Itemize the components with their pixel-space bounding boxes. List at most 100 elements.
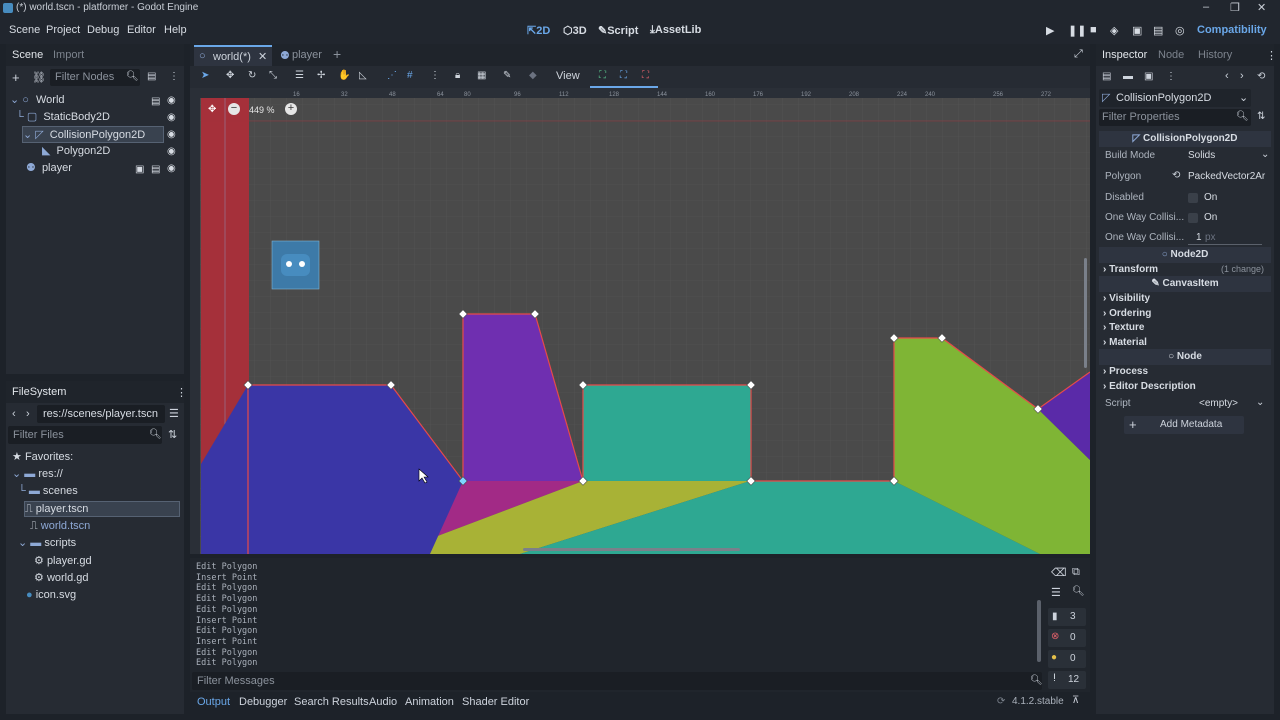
tab-shader-editor[interactable]: Shader Editor <box>462 696 529 708</box>
vertical-scrollbar[interactable] <box>1084 258 1087 368</box>
move-mode-icon[interactable]: ✥ <box>226 70 234 81</box>
renderer-selector[interactable]: Compatibility <box>1197 24 1267 36</box>
tab-filesystem[interactable]: FileSystem <box>12 386 66 398</box>
play-custom-scene-icon[interactable]: ▤ <box>1153 24 1163 37</box>
script-icon[interactable]: ▤ <box>151 164 160 175</box>
view-menu-button[interactable]: View <box>556 70 580 82</box>
list-select-icon[interactable]: ☰ <box>295 70 304 81</box>
script-attach-icon[interactable]: ▤ <box>147 71 156 82</box>
pan-mode-icon[interactable]: ✋ <box>338 70 350 81</box>
select-mode-icon[interactable]: ➤ <box>201 70 209 81</box>
tab-animation[interactable]: Animation <box>405 696 454 708</box>
skeleton-icon[interactable]: ✎ <box>503 70 511 81</box>
favorites-item[interactable]: ★ Favorites: <box>12 449 73 466</box>
tree-node-player[interactable]: ⚉ player <box>26 160 126 177</box>
delete-points-icon[interactable]: ⛶ <box>642 70 649 81</box>
snap-options-icon[interactable]: ⋮ <box>430 70 440 81</box>
group-material[interactable]: › Material <box>1103 337 1147 348</box>
group-ordering[interactable]: › Ordering <box>1103 308 1151 319</box>
group-editor-description[interactable]: › Editor Description <box>1103 381 1196 392</box>
remote-debug-icon[interactable]: ◈ <box>1110 24 1118 37</box>
instance-scene-icon[interactable]: ⛓ <box>32 71 46 84</box>
play-scene-icon[interactable]: ▣ <box>1132 24 1142 37</box>
visibility-eye-icon[interactable]: ◉ <box>167 112 176 123</box>
kebab-menu-icon[interactable]: ⋮ <box>176 386 187 399</box>
filter-properties-input[interactable]: Filter Properties <box>1099 109 1251 126</box>
group-visibility[interactable]: › Visibility <box>1103 293 1150 304</box>
tab-scene[interactable]: Scene <box>12 49 43 61</box>
file-world-gd[interactable]: ⚙ world.gd <box>34 570 89 587</box>
group-transform[interactable]: › Transform <box>1103 264 1158 275</box>
grid-snap-icon[interactable]: # <box>407 70 413 81</box>
object-history-icon[interactable]: ⟲ <box>1257 71 1265 82</box>
scale-mode-icon[interactable]: ⤡ <box>269 70 277 81</box>
object-selector[interactable]: ◸ CollisionPolygon2D ⌄ <box>1099 89 1251 107</box>
clear-output-icon[interactable]: ⌫ <box>1051 566 1067 579</box>
message-count-toggle[interactable]: ⵑ 12 <box>1048 671 1086 689</box>
tab-node[interactable]: Node <box>1158 49 1184 61</box>
res-root-item[interactable]: ⌄ ▬ res:// <box>12 466 63 483</box>
viewport-canvas[interactable]: 16 32 48 64 80 96 112 128 144 160 176 19… <box>190 88 1090 554</box>
smart-snap-icon[interactable]: ⋰ <box>387 70 397 81</box>
workspace-2d-button[interactable]: ⇱2D <box>527 24 550 37</box>
forward-icon[interactable]: › <box>26 408 30 420</box>
warning-count-toggle[interactable]: ● 0 <box>1048 650 1086 668</box>
lock-icon[interactable]: 🔒︎ <box>455 70 460 81</box>
error-count-toggle[interactable]: ⊗ 0 <box>1048 629 1086 647</box>
open-resource-icon[interactable]: ▬ <box>1123 71 1133 82</box>
viewport-2d[interactable]: 16 32 48 64 80 96 112 128 144 160 176 19… <box>190 88 1090 554</box>
edit-points-icon[interactable]: ⛶ <box>620 70 627 81</box>
pause-icon[interactable]: ❚❚ <box>1068 24 1086 37</box>
slider-track[interactable] <box>1188 244 1262 245</box>
distraction-free-icon[interactable]: ⤢ <box>1074 48 1083 61</box>
sort-icon[interactable]: ⇅ <box>168 428 177 441</box>
rotate-mode-icon[interactable]: ↻ <box>248 70 256 81</box>
add-node-icon[interactable]: + <box>12 70 20 85</box>
prop-build-mode[interactable]: Build Mode Solids ⌄ <box>1099 146 1271 166</box>
property-filter-icon[interactable]: ⇅ <box>1257 111 1265 122</box>
kebab-menu-icon[interactable]: ⋮ <box>1266 49 1277 62</box>
close-tab-icon[interactable]: ✕ <box>258 50 267 63</box>
tree-node-polygon2d[interactable]: ◣ Polygon2D <box>42 143 162 160</box>
ik-icon[interactable]: ◆ <box>529 70 537 81</box>
prop-one-way-collision[interactable]: One Way Collisi... On <box>1099 208 1271 228</box>
save-resource-icon[interactable]: ▣ <box>1144 71 1153 82</box>
prop-one-way-collision-margin[interactable]: One Way Collisi... 1 px <box>1099 228 1271 248</box>
visibility-eye-icon[interactable]: ◉ <box>167 95 176 106</box>
history-forward-icon[interactable]: › <box>1240 70 1244 82</box>
center-view-icon[interactable]: ✥ <box>208 104 216 115</box>
tab-debugger[interactable]: Debugger <box>239 696 287 708</box>
menu-editor[interactable]: Editor <box>127 24 156 36</box>
kebab-menu-icon[interactable]: ⋮ <box>1166 71 1176 82</box>
tree-node-collisionpolygon2d[interactable]: ⌄ ◸ CollisionPolygon2D <box>22 126 164 143</box>
prop-polygon[interactable]: Polygon ⟲ PackedVector2Ar <box>1099 167 1271 187</box>
filter-files-input[interactable]: Filter Files <box>8 426 162 444</box>
visibility-eye-icon[interactable]: ◉ <box>167 146 176 157</box>
tab-audio[interactable]: Audio <box>369 696 397 708</box>
tab-inspector[interactable]: Inspector <box>1102 49 1147 61</box>
group-texture[interactable]: › Texture <box>1103 322 1145 333</box>
maximize-icon[interactable]: ❐ <box>1230 1 1240 14</box>
movie-maker-icon[interactable]: ◎ <box>1175 24 1185 37</box>
workspace-3d-button[interactable]: ⬡3D <box>563 24 587 37</box>
revert-icon[interactable]: ⟲ <box>1172 170 1180 181</box>
prop-disabled[interactable]: Disabled On <box>1099 188 1271 208</box>
file-player-gd[interactable]: ⚙ player.gd <box>34 553 92 570</box>
filter-messages-input[interactable]: Filter Messages <box>192 672 1042 690</box>
stop-icon[interactable]: ■ <box>1090 24 1097 36</box>
history-back-icon[interactable]: ‹ <box>1225 70 1229 82</box>
menu-project[interactable]: Project <box>46 24 80 36</box>
tab-import[interactable]: Import <box>53 49 84 61</box>
search-icon[interactable]: 🔍︎ <box>1072 586 1085 597</box>
path-field[interactable]: res://scenes/player.tscn <box>37 405 165 423</box>
tree-node-staticbody2d[interactable]: └ ▢ StaticBody2D <box>16 109 176 126</box>
kebab-menu-icon[interactable]: ⋮ <box>169 71 179 82</box>
tab-search-results[interactable]: Search Results <box>294 696 369 708</box>
menu-help[interactable]: Help <box>164 24 187 36</box>
group-process[interactable]: › Process <box>1103 366 1148 377</box>
folder-scenes[interactable]: └ ▬ scenes <box>18 483 78 500</box>
zoom-in-button[interactable]: + <box>285 103 297 115</box>
file-player-tscn[interactable]: ⎍ player.tscn <box>24 501 180 517</box>
tab-history[interactable]: History <box>1198 49 1232 61</box>
zoom-level[interactable]: 449 % <box>249 105 275 115</box>
